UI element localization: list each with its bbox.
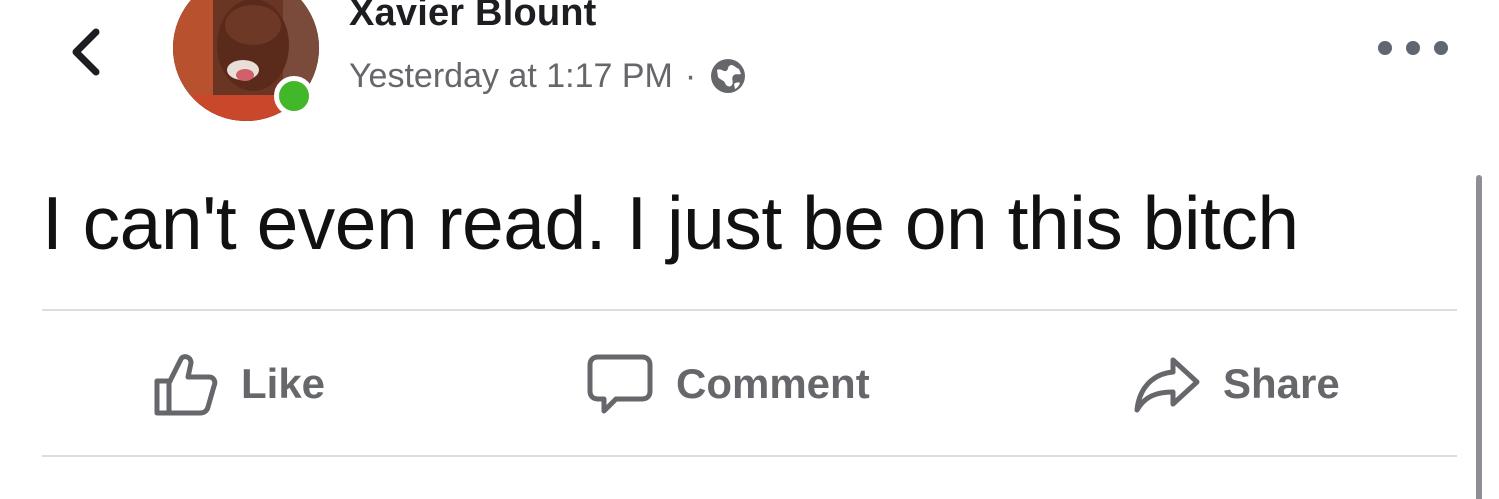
post-body-text: I can't even read. I just be on this bit… (42, 181, 1299, 265)
like-label: Like (241, 360, 326, 407)
more-options-button[interactable] (1378, 30, 1448, 66)
share-arrow-icon (1134, 357, 1200, 413)
post-timestamp[interactable]: Yesterday at 1:17 PM (349, 57, 673, 96)
scrollbar[interactable] (1476, 175, 1482, 499)
post-screen: Xavier Blount Yesterday at 1:17 PM · I c… (0, 0, 1499, 499)
meta-separator: · (684, 56, 697, 95)
comment-bubble-icon (587, 354, 653, 414)
more-dot-icon (1434, 41, 1448, 55)
more-dot-icon (1406, 41, 1420, 55)
share-label: Share (1223, 360, 1340, 407)
comment-button[interactable]: Comment (586, 346, 870, 422)
author-name[interactable]: Xavier Blount (349, 0, 597, 35)
comment-label: Comment (676, 360, 870, 407)
online-status-indicator (274, 76, 314, 116)
divider (42, 309, 1457, 311)
back-button[interactable] (58, 20, 114, 84)
globe-icon (711, 59, 746, 93)
thumbs-up-icon (154, 354, 218, 416)
share-button[interactable]: Share (1133, 346, 1340, 422)
chevron-left-icon (72, 28, 100, 76)
post-meta: Yesterday at 1:17 PM · (349, 56, 748, 96)
like-button[interactable]: Like (153, 346, 325, 422)
divider (42, 455, 1457, 457)
more-dot-icon (1378, 41, 1392, 55)
